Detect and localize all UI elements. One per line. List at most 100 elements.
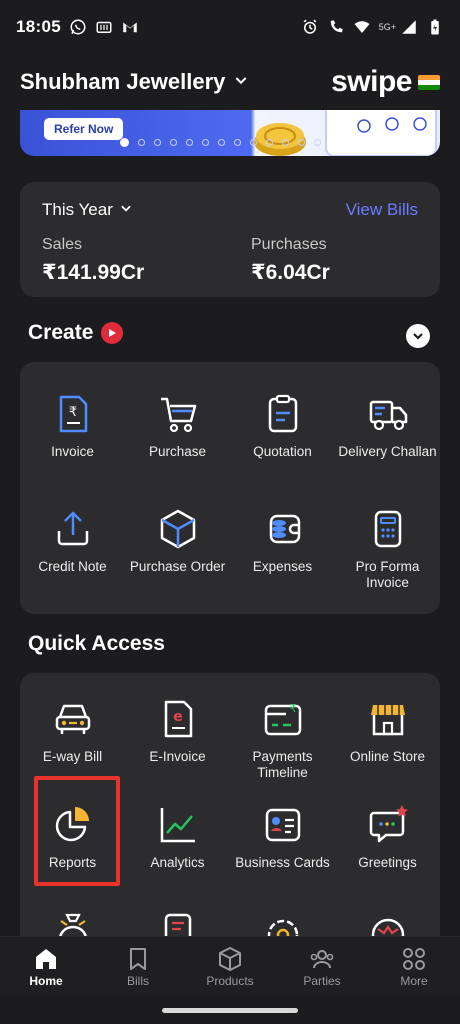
nav-label: Parties bbox=[303, 973, 341, 988]
carousel-dot[interactable] bbox=[170, 139, 177, 146]
nav-label: Bills bbox=[126, 973, 149, 988]
phone-mockup-illustration bbox=[325, 110, 437, 156]
create-quotation-tile[interactable]: Quotation bbox=[230, 392, 335, 507]
view-bills-link[interactable]: View Bills bbox=[346, 200, 418, 220]
quick-access-tile-partial[interactable] bbox=[335, 909, 440, 936]
nav-more[interactable]: More bbox=[368, 937, 460, 996]
settings-gear-icon bbox=[261, 909, 305, 936]
status-time: 18:05 bbox=[16, 17, 61, 36]
wifi-icon bbox=[353, 18, 371, 36]
payments-icon: ₹ bbox=[261, 697, 305, 741]
tile-label: Business Cards bbox=[235, 855, 330, 870]
tv-icon bbox=[95, 18, 113, 36]
e-invoice-icon: e bbox=[156, 697, 200, 741]
payments-timeline-tile[interactable]: ₹ Payments Timeline bbox=[230, 697, 335, 803]
svg-text:e: e bbox=[173, 709, 183, 725]
coins-illustration bbox=[254, 123, 306, 156]
carousel-dot[interactable] bbox=[282, 139, 289, 146]
greetings-tile[interactable]: Greetings bbox=[335, 803, 440, 909]
carousel-dot[interactable] bbox=[154, 139, 161, 146]
carousel-indicator bbox=[120, 138, 321, 147]
carousel-dot[interactable] bbox=[202, 139, 209, 146]
online-store-tile[interactable]: Online Store bbox=[335, 697, 440, 803]
promo-banner[interactable]: Refer Now bbox=[20, 110, 440, 156]
nav-parties[interactable]: Parties bbox=[276, 937, 368, 996]
quick-access-tile-partial[interactable] bbox=[125, 909, 230, 936]
chevron-down-icon bbox=[233, 72, 249, 93]
tile-label: Quotation bbox=[253, 444, 312, 459]
create-pro-forma-invoice-tile[interactable]: Pro Forma Invoice bbox=[335, 507, 440, 607]
tile-label: E-Invoice bbox=[149, 749, 206, 764]
nav-products[interactable]: Products bbox=[184, 937, 276, 996]
carousel-dot[interactable] bbox=[138, 139, 145, 146]
business-cards-tile[interactable]: Business Cards bbox=[230, 803, 335, 909]
box-icon bbox=[156, 507, 200, 551]
home-icon bbox=[36, 948, 56, 969]
quick-access-row-3 bbox=[20, 909, 440, 936]
analytics-tile[interactable]: Analytics bbox=[125, 803, 230, 909]
more-grid-icon bbox=[403, 947, 425, 970]
carousel-dot[interactable] bbox=[266, 139, 273, 146]
quick-access-grid: E-way Bill e E-Invoice ₹ Payments Timeli… bbox=[20, 697, 440, 909]
carousel-dot[interactable] bbox=[234, 139, 241, 146]
home-scroll-area[interactable]: Refer Now This Year View Bills Sales ₹14… bbox=[0, 110, 460, 936]
nav-home[interactable]: Home bbox=[0, 937, 92, 996]
play-video-icon[interactable] bbox=[101, 322, 124, 344]
invoice-icon: ₹ bbox=[51, 392, 95, 436]
reports-tile[interactable]: Reports bbox=[20, 803, 125, 909]
carousel-dot[interactable] bbox=[314, 139, 321, 146]
tile-label: Purchase Order bbox=[129, 559, 226, 574]
tile-label: Credit Note bbox=[38, 559, 107, 574]
alarm-icon bbox=[301, 18, 319, 36]
purchases-value: ₹6.04Cr bbox=[251, 261, 330, 284]
cube-icon bbox=[219, 946, 241, 971]
gesture-handle[interactable] bbox=[162, 1008, 298, 1013]
quick-access-title: Quick Access bbox=[28, 632, 165, 655]
create-delivery-challan-tile[interactable]: Delivery Challan bbox=[335, 392, 440, 507]
tile-label: E-way Bill bbox=[42, 749, 103, 764]
parties-icon bbox=[310, 949, 334, 968]
tile-label: Reports bbox=[48, 855, 97, 870]
sales-stat: Sales ₹141.99Cr bbox=[42, 236, 144, 285]
carousel-dot[interactable] bbox=[186, 139, 193, 146]
create-purchase-tile[interactable]: Purchase bbox=[125, 392, 230, 507]
quick-access-section-title: Quick Access bbox=[28, 632, 165, 656]
create-invoice-tile[interactable]: ₹ Invoice bbox=[20, 392, 125, 507]
svg-text:₹: ₹ bbox=[68, 405, 76, 420]
eway-bill-tile[interactable]: E-way Bill bbox=[20, 697, 125, 803]
pro-forma-icon bbox=[366, 507, 410, 551]
summary-card: This Year View Bills Sales ₹141.99Cr Pur… bbox=[20, 182, 440, 297]
carousel-dot[interactable] bbox=[250, 139, 257, 146]
nav-label: Home bbox=[29, 973, 63, 988]
create-credit-note-tile[interactable]: Credit Note bbox=[20, 507, 125, 607]
cash-bag-icon bbox=[51, 909, 95, 936]
quick-access-tile-partial[interactable] bbox=[230, 909, 335, 936]
e-invoice-tile[interactable]: e E-Invoice bbox=[125, 697, 230, 803]
brand: swipe bbox=[331, 65, 440, 99]
tile-label: Invoice bbox=[51, 444, 94, 459]
carousel-dot[interactable] bbox=[120, 138, 129, 147]
nav-bills[interactable]: Bills bbox=[92, 937, 184, 996]
wallet-icon bbox=[261, 507, 305, 551]
greetings-icon bbox=[366, 803, 410, 847]
tile-label: Payments Timeline bbox=[252, 749, 313, 781]
whatsapp-icon bbox=[69, 18, 87, 36]
refer-now-button[interactable]: Refer Now bbox=[44, 118, 124, 140]
quick-access-tile-partial[interactable] bbox=[20, 909, 125, 936]
collapse-create-button[interactable] bbox=[406, 324, 430, 348]
india-flag-icon bbox=[418, 74, 440, 90]
create-expenses-tile[interactable]: Expenses bbox=[230, 507, 335, 607]
tile-label: Purchase bbox=[148, 444, 207, 459]
gauge-icon bbox=[366, 909, 410, 936]
battery-icon bbox=[426, 18, 444, 36]
business-card-icon bbox=[261, 803, 305, 847]
period-selector[interactable]: This Year bbox=[42, 200, 133, 220]
create-purchase-order-tile[interactable]: Purchase Order bbox=[125, 507, 230, 607]
quick-access-card: E-way Bill e E-Invoice ₹ Payments Timeli… bbox=[20, 673, 440, 936]
create-section-title: Create bbox=[28, 321, 124, 345]
carousel-dot[interactable] bbox=[218, 139, 225, 146]
period-label: This Year bbox=[42, 200, 113, 219]
create-grid: ₹ Invoice Purchase Quotation Delivery Ch… bbox=[20, 392, 440, 607]
carousel-dot[interactable] bbox=[298, 139, 305, 146]
business-selector[interactable]: Shubham Jewellery bbox=[20, 69, 249, 95]
